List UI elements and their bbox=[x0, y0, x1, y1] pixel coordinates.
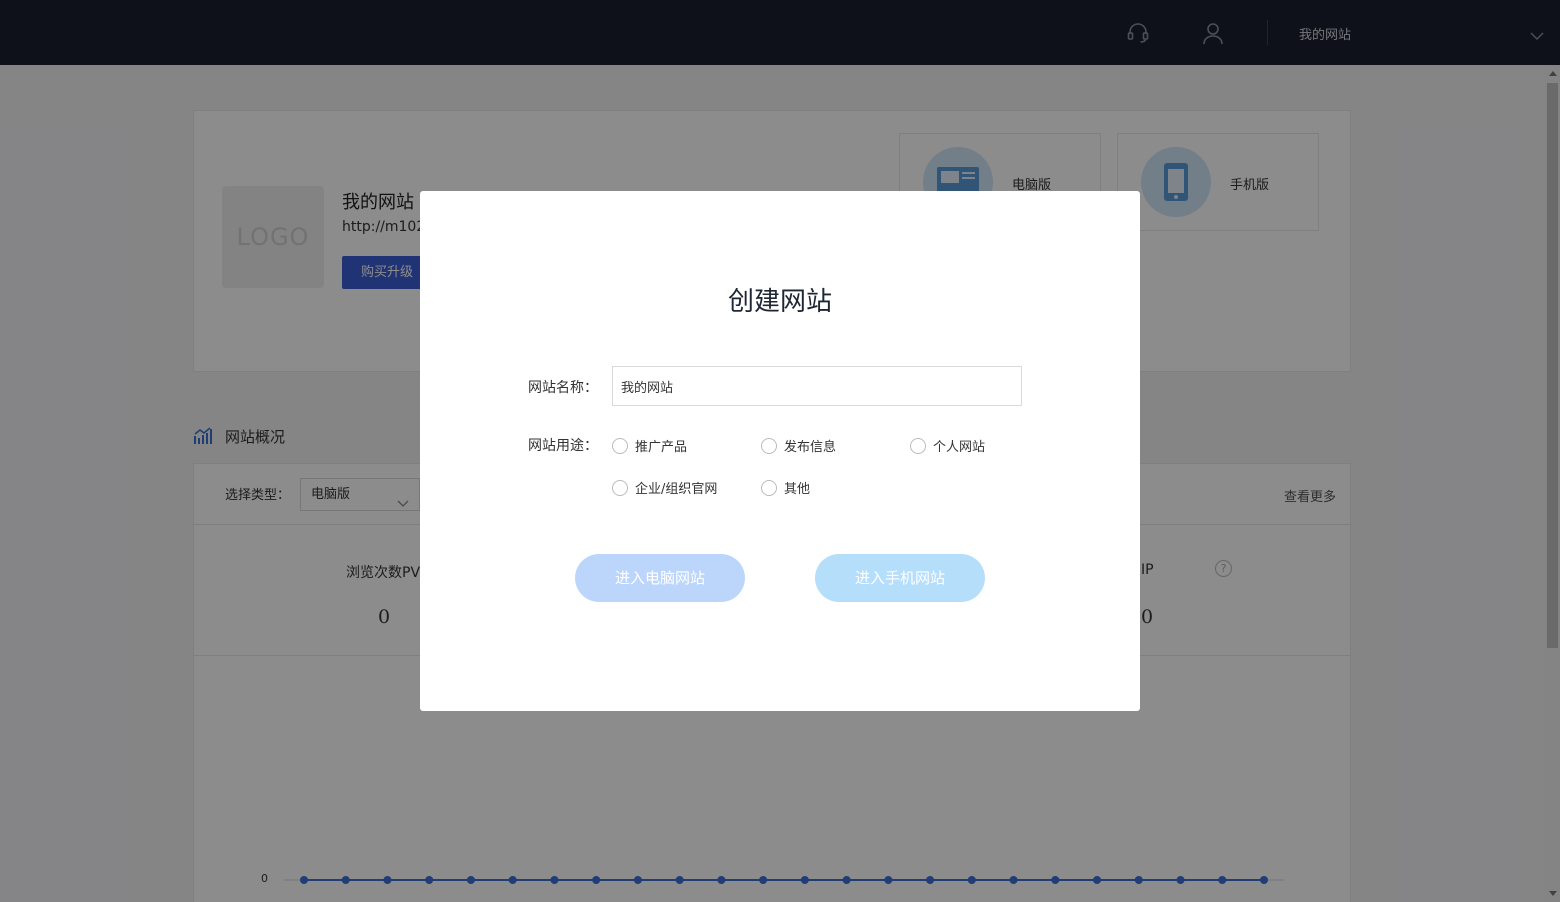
create-site-dialog: 创建网站 网站名称： 网站用途： 推广产品 发布信息 个人网站 企业/组织官网 … bbox=[420, 191, 1140, 711]
enter-pc-site-button[interactable]: 进入电脑网站 bbox=[575, 554, 745, 602]
purpose-radio-promote[interactable]: 推广产品 bbox=[612, 436, 687, 455]
enter-mobile-site-button[interactable]: 进入手机网站 bbox=[815, 554, 985, 602]
purpose-option-label: 企业/组织官网 bbox=[635, 482, 718, 497]
site-name-input[interactable] bbox=[612, 366, 1022, 406]
radio-circle[interactable] bbox=[761, 437, 777, 454]
purpose-option-label: 推广产品 bbox=[635, 440, 688, 455]
site-purpose-label: 网站用途： bbox=[528, 438, 598, 454]
purpose-radio-publish[interactable]: 发布信息 bbox=[761, 436, 836, 455]
purpose-radio-other[interactable]: 其他 bbox=[761, 478, 810, 497]
radio-circle[interactable] bbox=[612, 437, 628, 454]
radio-circle[interactable] bbox=[761, 479, 777, 496]
purpose-radio-enterprise[interactable]: 企业/组织官网 bbox=[612, 478, 717, 497]
radio-circle[interactable] bbox=[910, 437, 926, 454]
site-name-label: 网站名称： bbox=[528, 380, 598, 396]
dialog-title: 创建网站 bbox=[727, 287, 832, 317]
purpose-option-label: 其他 bbox=[784, 482, 811, 497]
purpose-option-label: 发布信息 bbox=[784, 440, 837, 455]
purpose-option-label: 个人网站 bbox=[933, 440, 986, 455]
radio-circle[interactable] bbox=[612, 479, 628, 496]
purpose-radio-personal[interactable]: 个人网站 bbox=[910, 436, 985, 455]
